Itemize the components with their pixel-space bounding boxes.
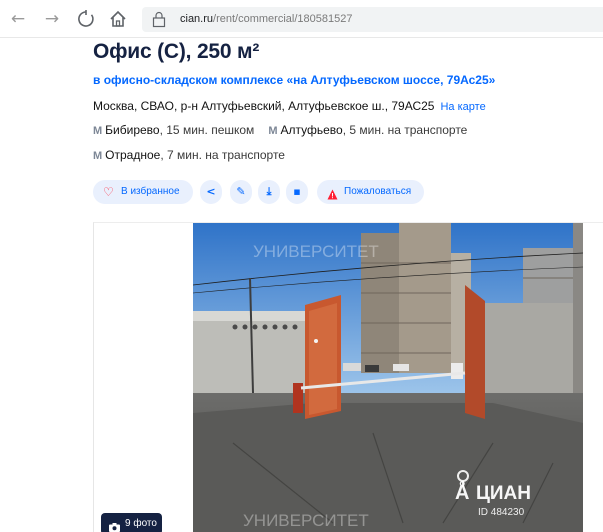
metro-row-1: M Бибирево, 15 мин. пешком M Алтуфьево, 5 м… <box>93 123 467 137</box>
download-icon: ⤓ <box>266 185 272 198</box>
url-host: cian.ru <box>180 13 214 25</box>
download-button[interactable]: ⤓ <box>258 180 280 204</box>
complex-link[interactable]: в офисно-складском комплексе «на Алтуфье… <box>93 73 495 87</box>
complain-label: Пожаловаться <box>344 186 412 197</box>
logo-text: ЦИАН <box>476 483 531 504</box>
address-bar[interactable]: cian.ru/rent/commercial/180581527 <box>142 7 603 32</box>
metro-station-otradnoe[interactable]: Отрадное <box>105 148 160 162</box>
favorite-label: В избранное <box>121 186 180 197</box>
lock-icon <box>151 11 167 28</box>
reload-icon[interactable] <box>76 9 96 29</box>
warning-icon <box>327 186 338 200</box>
photo-id: ID 484230 <box>478 507 525 518</box>
page-title: Офис (С), 250 м² <box>93 40 260 63</box>
metro-icon: M <box>93 125 103 137</box>
url-path: /rent/commercial/180581527 <box>213 13 353 25</box>
share-button[interactable]: < <box>200 180 222 204</box>
svg-text:Å: Å <box>455 480 469 504</box>
address-line: Москва, СВАО, р-н Алтуфьевский, Алтуфьев… <box>93 99 486 113</box>
metro-row-2: M Отрадное, 7 мин. на транспорте <box>93 148 285 162</box>
metro-station-altufyevo[interactable]: Алтуфьево <box>280 123 342 137</box>
printer-icon: ▪ <box>293 185 301 198</box>
metro-icon: M <box>268 125 278 137</box>
home-icon[interactable] <box>108 9 128 29</box>
map-link[interactable]: На карте <box>440 101 485 113</box>
forward-arrow-icon[interactable]: → <box>42 9 62 29</box>
share-icon: < <box>206 185 216 198</box>
metro-station-bibirevo[interactable]: Бибирево <box>105 123 159 137</box>
address-text: Москва, СВАО, р-н Алтуфьевский, Алтуфьев… <box>93 99 435 113</box>
url-text: cian.ru/rent/commercial/180581527 <box>180 12 352 26</box>
metro-time: , 15 мин. пешком <box>159 123 255 137</box>
print-button[interactable]: ▪ <box>286 180 308 204</box>
metro-time: , 7 мин. на транспорте <box>160 148 285 162</box>
favorite-button[interactable]: ♡ В избранное <box>93 180 193 204</box>
heart-icon: ♡ <box>103 185 114 199</box>
pencil-icon: ✎ <box>236 185 246 198</box>
main-photo[interactable]: УНИВЕРСИТЕТ УНИВЕРСИТЕТ Å ЦИАН ID 484230 <box>193 223 583 532</box>
watermark-bottom: УНИВЕРСИТЕТ <box>243 511 369 530</box>
browser-toolbar: ← → cian.ru/rent/commercial/180581527 <box>0 0 603 38</box>
back-arrow-icon[interactable]: ← <box>8 9 28 29</box>
camera-icon <box>109 519 120 532</box>
metro-time: , 5 мин. на транспорте <box>342 123 468 137</box>
watermark-top: УНИВЕРСИТЕТ <box>253 242 379 261</box>
photo-count-badge[interactable]: 9 фото <box>101 513 162 532</box>
photo-count-label: 9 фото <box>125 518 157 529</box>
metro-icon: M <box>93 150 103 162</box>
edit-button[interactable]: ✎ <box>230 180 252 204</box>
complain-button[interactable]: Пожаловаться <box>317 180 424 204</box>
